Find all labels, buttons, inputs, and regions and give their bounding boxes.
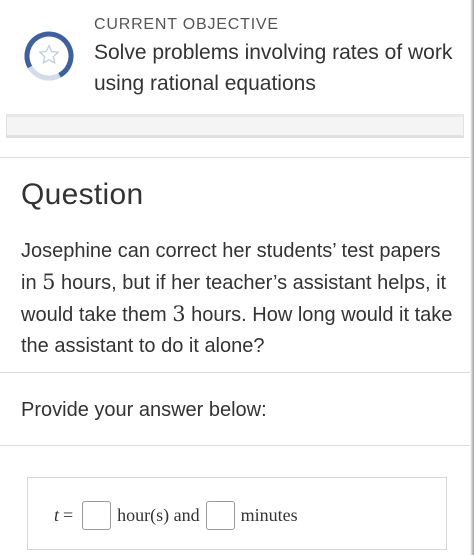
current-objective-panel: CURRENT OBJECTIVE Solve problems involvi… xyxy=(0,0,470,116)
math-number: 3 xyxy=(172,302,186,326)
divider xyxy=(0,445,470,446)
equals-sign: = xyxy=(63,504,74,525)
objective-tray xyxy=(6,114,464,136)
answer-area: t = hour(s) and minutes xyxy=(27,477,447,550)
answer-prompt: Provide your answer below: xyxy=(21,399,267,421)
tray-divider xyxy=(6,136,464,138)
hours-label: hour(s) and xyxy=(117,504,200,525)
divider xyxy=(0,372,470,373)
scrollbar-edge xyxy=(470,0,474,555)
minutes-input[interactable] xyxy=(205,500,235,530)
objective-label: CURRENT OBJECTIVE xyxy=(94,16,279,33)
variable-t: t xyxy=(54,504,60,525)
hours-input[interactable] xyxy=(82,500,112,530)
star-progress-icon xyxy=(24,31,74,81)
divider xyxy=(0,157,470,158)
math-number: 5 xyxy=(42,270,56,294)
objective-text: Solve problems involving rates of work u… xyxy=(94,41,453,95)
page: CURRENT OBJECTIVE Solve problems involvi… xyxy=(0,0,474,555)
minutes-label: minutes xyxy=(240,504,298,525)
question-text: Josephine can correct her students’ test… xyxy=(21,236,461,362)
question-heading: Question xyxy=(21,178,144,211)
answer-equation: t = hour(s) and minutes xyxy=(54,500,300,530)
